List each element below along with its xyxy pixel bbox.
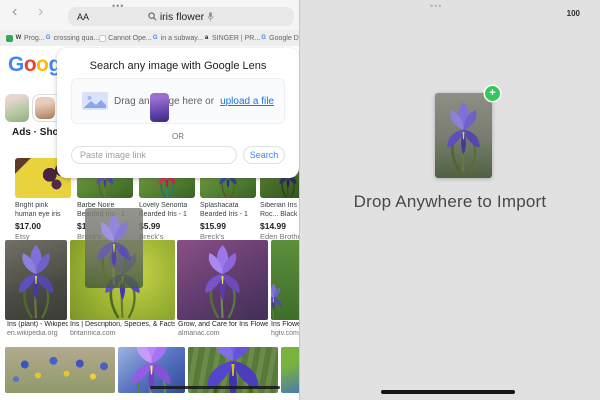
or-divider: OR [57, 132, 299, 141]
related-search-thumbnail[interactable] [150, 93, 169, 122]
bookmark-favicon: G [260, 35, 267, 42]
drag-ghost-image[interactable] [85, 208, 143, 288]
result-title[interactable]: Iris (plant) - Wikipedia [7, 321, 68, 328]
image-drop-zone[interactable]: Drag an image here or upload a file [71, 78, 285, 124]
image-placeholder-icon [82, 92, 108, 110]
product-price: $14.99 [260, 221, 300, 231]
product-seller: Breck's [200, 232, 256, 241]
product-seller: Breck's [139, 232, 195, 241]
lens-search-button[interactable]: Search [243, 146, 285, 164]
result-image[interactable] [5, 240, 67, 320]
address-bar[interactable]: AA iris flower [68, 7, 294, 26]
result-caption[interactable]: Grow, and Care for Iris Flowers ... alma… [178, 321, 268, 337]
lens-panel-title: Search any image with Google Lens [57, 60, 299, 72]
product-title: Siberian Iris Roc... Black Flowered [260, 202, 300, 219]
safari-window: ••• ‹ › AA iris flower WProg... Gcrossin… [0, 0, 300, 400]
product-price: $15.99 [200, 221, 256, 231]
bookmark-item[interactable]: Gin a subway... [152, 35, 203, 42]
paste-link-row: Search [71, 146, 285, 164]
related-search-thumbnail[interactable] [5, 94, 29, 122]
result-caption[interactable]: Iris | Description, Species, & Facts ...… [70, 321, 175, 337]
copy-plus-badge-icon: + [485, 86, 500, 101]
url-search-text: iris flower [160, 11, 204, 23]
bookmark-item[interactable]: Gcrossing qua... [45, 35, 100, 42]
result-domain: almanac.com [178, 330, 268, 337]
result-domain: en.wikipedia.org [7, 330, 68, 337]
result-title[interactable]: Iris Flowe... [271, 321, 300, 328]
result-image[interactable] [5, 347, 115, 393]
mic-icon[interactable] [207, 11, 214, 22]
result-image[interactable] [271, 240, 300, 320]
product-title: Splashacata Bearded Iris - 1 Pe... [200, 202, 256, 219]
bookmark-favicon [99, 35, 106, 42]
result-image[interactable] [177, 240, 268, 320]
import-app-window: ••• 100 + Drop Anywhere to Import [300, 0, 600, 400]
bookmark-item[interactable]: Cannot Ope... [99, 35, 152, 42]
product-price: $5.99 [139, 221, 195, 231]
battery-percentage: 100 [567, 9, 580, 18]
result-title[interactable]: Iris | Description, Species, & Facts ... [70, 321, 175, 328]
bookmark-item[interactable]: WProg... [15, 35, 45, 42]
favorites-bar: WProg... Gcrossing qua... Cannot Ope... … [0, 30, 299, 46]
bookmark-favicon: a [203, 35, 210, 42]
bookmark-item[interactable]: GGoogle Docs... [260, 35, 300, 42]
product-seller: Eden Brothers [260, 232, 300, 241]
product-title: Lovely Senorita Bearded Iris - 1 Pe... [139, 202, 195, 219]
drop-anywhere-message: Drop Anywhere to Import [300, 192, 600, 212]
result-caption[interactable]: Iris (plant) - Wikipedia en.wikipedia.or… [7, 321, 68, 337]
search-icon [148, 12, 157, 21]
product-title: Bright pink human eye iris image ear... [15, 202, 71, 219]
bookmark-item[interactable] [6, 35, 15, 42]
address-bar-center[interactable]: iris flower [68, 7, 294, 26]
paste-image-link-input[interactable] [71, 146, 237, 164]
bookmark-favicon: G [152, 35, 159, 42]
result-title[interactable]: Grow, and Care for Iris Flowers ... [178, 321, 268, 328]
result-image[interactable] [281, 347, 300, 393]
bookmark-favicon [6, 35, 13, 42]
bookmark-favicon: W [15, 35, 22, 42]
forward-icon[interactable]: › [38, 4, 43, 20]
chip-thumbnail [35, 97, 55, 119]
product-seller: Etsy [15, 232, 71, 241]
google-lens-panel: Search any image with Google Lens Drag a… [57, 48, 299, 178]
ipad-split-screen: ••• ‹ › AA iris flower WProg... Gcrossin… [0, 0, 600, 400]
back-icon[interactable]: ‹ [12, 4, 17, 20]
bookmark-favicon: G [45, 35, 52, 42]
bookmark-item[interactable]: aSINGER | PR... [203, 35, 260, 42]
dragged-iris-photo[interactable] [435, 93, 492, 178]
home-indicator[interactable] [381, 390, 515, 394]
home-indicator[interactable] [150, 386, 280, 389]
result-caption[interactable]: Iris Flowe... hgtv.com [271, 321, 300, 337]
product-price: $17.00 [15, 221, 71, 231]
result-domain: hgtv.com [271, 330, 300, 337]
safari-chrome: ••• ‹ › AA iris flower WProg... Gcrossin… [0, 0, 299, 46]
split-view-handle-icon[interactable]: ••• [430, 1, 442, 11]
result-domain: britannica.com [70, 330, 175, 337]
upload-file-link[interactable]: upload a file [220, 96, 274, 107]
